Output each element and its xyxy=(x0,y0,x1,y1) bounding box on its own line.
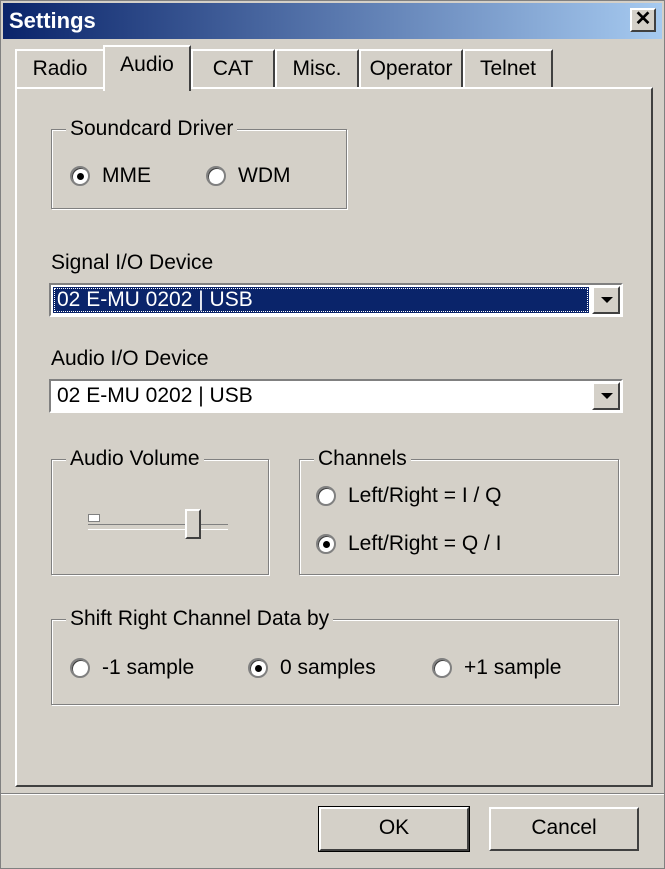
group-label: Soundcard Driver xyxy=(66,117,238,141)
cancel-button[interactable]: Cancel xyxy=(489,807,639,851)
audio-io-select[interactable]: 02 E-MU 0202 | USB xyxy=(49,379,623,413)
radio-label: -1 sample xyxy=(102,656,195,679)
radio-label: MME xyxy=(102,164,151,187)
group-label: Shift Right Channel Data by xyxy=(66,607,334,631)
radio-circle xyxy=(206,166,226,186)
radio-left-right-iq[interactable]: Left/Right = I / Q xyxy=(316,484,502,508)
radio-plus-1-sample[interactable]: +1 sample xyxy=(432,656,561,680)
radio-dot xyxy=(255,665,262,672)
radio-circle xyxy=(70,166,90,186)
tab-label: Audio xyxy=(120,53,174,76)
ok-button[interactable]: OK xyxy=(318,806,470,852)
radio-dot xyxy=(77,173,84,180)
signal-io-label: Signal I/O Device xyxy=(51,251,214,274)
audio-io-label: Audio I/O Device xyxy=(51,347,209,370)
group-label: Audio Volume xyxy=(66,447,204,471)
radio-circle xyxy=(70,658,90,678)
signal-io-select[interactable]: 02 E-MU 0202 | USB xyxy=(49,283,623,317)
close-button[interactable]: ✕ xyxy=(630,8,656,32)
radio-label: +1 sample xyxy=(464,656,562,679)
chevron-down-icon[interactable] xyxy=(592,382,620,410)
radio-0-samples[interactable]: 0 samples xyxy=(248,656,376,680)
tab-label: Radio xyxy=(32,57,88,80)
radio-label: 0 samples xyxy=(280,656,376,679)
radio-circle xyxy=(316,486,336,506)
tab-audio[interactable]: Audio xyxy=(103,45,191,91)
tab-misc[interactable]: Misc. xyxy=(275,49,359,87)
tab-label: Operator xyxy=(369,57,453,80)
group-label: Channels xyxy=(314,447,411,471)
title-bar: Settings ✕ xyxy=(3,3,662,39)
radio-circle xyxy=(248,658,268,678)
tab-label: Telnet xyxy=(479,57,537,80)
radio-circle xyxy=(432,658,452,678)
radio-wdm[interactable]: WDM xyxy=(206,164,290,188)
slider-tick xyxy=(88,514,100,522)
tab-label: Misc. xyxy=(292,57,342,80)
audio-volume-group: Audio Volume xyxy=(51,447,269,575)
signal-io-value: 02 E-MU 0202 | USB xyxy=(53,287,589,313)
chevron-down-icon[interactable] xyxy=(592,286,620,314)
footer-divider xyxy=(1,793,664,795)
tab-label: CAT xyxy=(212,57,254,80)
channels-group: Channels Left/Right = I / Q Left/Right =… xyxy=(299,447,619,575)
soundcard-driver-group: Soundcard Driver MME WDM xyxy=(51,117,347,209)
volume-slider-track[interactable] xyxy=(88,524,228,530)
tab-telnet[interactable]: Telnet xyxy=(463,49,553,87)
radio-circle xyxy=(316,534,336,554)
audio-tab-panel: Soundcard Driver MME WDM Signal I/O Devi… xyxy=(15,87,653,787)
radio-dot xyxy=(323,541,330,548)
audio-io-value: 02 E-MU 0202 | USB xyxy=(57,384,253,407)
window-title: Settings xyxy=(9,8,96,33)
radio-left-right-qi[interactable]: Left/Right = Q / I xyxy=(316,532,502,556)
radio-label: Left/Right = Q / I xyxy=(348,532,502,555)
radio-mme[interactable]: MME xyxy=(70,164,151,188)
tab-radio[interactable]: Radio xyxy=(15,49,105,87)
close-icon: ✕ xyxy=(634,8,652,30)
settings-window: Settings ✕ Radio Audio CAT Misc. Operato… xyxy=(0,0,665,869)
tab-operator[interactable]: Operator xyxy=(359,49,463,87)
radio-label: WDM xyxy=(238,164,291,187)
radio-label: Left/Right = I / Q xyxy=(348,484,502,507)
tab-cat[interactable]: CAT xyxy=(191,49,275,87)
shift-right-channel-group: Shift Right Channel Data by -1 sample 0 … xyxy=(51,607,619,705)
radio-minus-1-sample[interactable]: -1 sample xyxy=(70,656,194,680)
volume-slider-thumb[interactable] xyxy=(185,509,201,539)
